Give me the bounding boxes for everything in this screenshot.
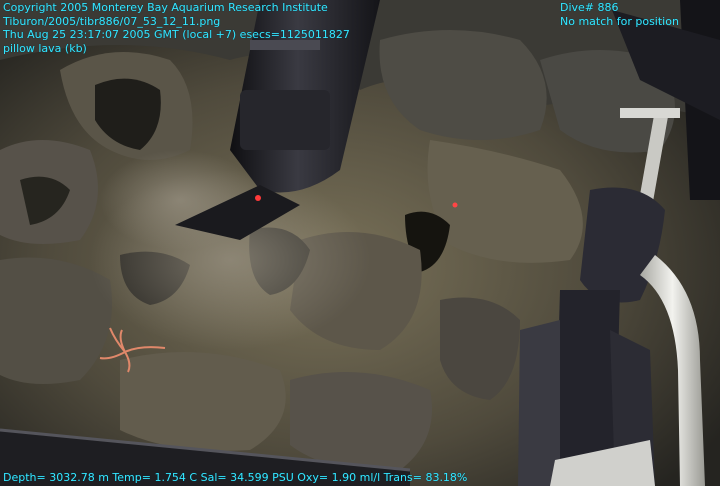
overlay-top-right: Dive# 886 No match for position — [560, 1, 679, 28]
overlay-timestamp: Thu Aug 25 23:17:07 2005 GMT (local +7) … — [3, 28, 350, 41]
overlay-position-status: No match for position — [560, 14, 679, 28]
laser-dot — [452, 202, 458, 208]
overlay-sensor-readout: Depth= 3032.78 m Temp= 1.754 C Sal= 34.5… — [3, 471, 468, 484]
overlay-dive-number: Dive# 886 — [560, 1, 619, 14]
video-frame: Copyright 2005 Monterey Bay Aquarium Res… — [0, 0, 720, 486]
overlay-copyright: Copyright 2005 Monterey Bay Aquarium Res… — [3, 1, 328, 14]
overlay-top-left: Copyright 2005 Monterey Bay Aquarium Res… — [3, 1, 350, 55]
seafloor-scene — [0, 0, 720, 486]
overlay-filename: Tiburon/2005/tibr886/07_53_12_11.png — [3, 14, 221, 28]
overlay-annotation: pillow lava (kb) — [3, 41, 87, 55]
